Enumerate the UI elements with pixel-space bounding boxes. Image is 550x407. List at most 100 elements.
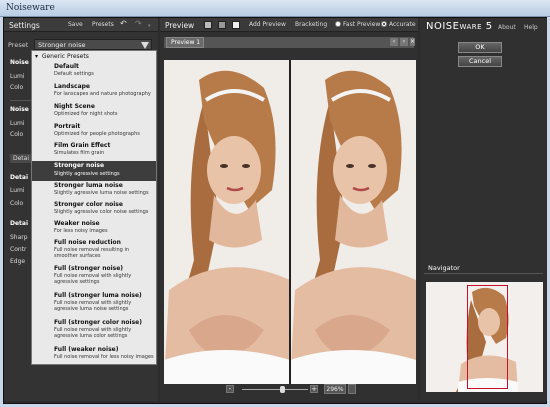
preset-item-landscape[interactable]: Landscape For lanscapes and nature photo… [32,83,156,103]
preset-desc: Slightly agressive color noise settings [54,209,149,215]
preset-desc: Full noise removal for less noisy images [54,354,154,360]
split-view-icon[interactable] [218,21,226,29]
section-color[interactable]: Colo [10,84,23,91]
section-detail[interactable]: Detai [10,174,28,181]
split-divider[interactable] [289,60,291,384]
presets-button[interactable]: Presets [92,21,114,28]
preset-item-night-scene[interactable]: Night Scene Optimized for night shots [32,103,156,123]
preset-name: Landscape [54,83,90,90]
section-color-2[interactable]: Colo [10,131,23,138]
add-preview-button[interactable]: Add Preview [249,21,286,28]
tab-label: Preview 1 [171,39,201,46]
tab-preview-1[interactable]: Preview 1 [166,37,204,48]
settings-title: Settings [9,21,40,30]
preset-desc: For less noisy images [54,228,108,234]
preset-desc: Simulates film grain [54,150,105,156]
preset-name: Film Grain Effect [54,142,111,149]
logo-sub: WARE [459,23,483,31]
preset-name: Default [54,63,79,70]
section-luminance-2[interactable]: Lumi [10,120,25,127]
preset-item-portrait[interactable]: Portrait Optimized for people photograph… [32,123,156,142]
window-titlebar: Noiseware [0,0,550,17]
chevron-down-icon[interactable] [141,42,149,49]
preset-item-full-weaker[interactable]: Full (weaker noise) Full noise removal f… [32,346,156,365]
preset-item-film-grain[interactable]: Film Grain Effect Simulates film grain [32,142,156,161]
section-luminance-3[interactable]: Lumi [10,187,25,194]
preset-name: Portrait [54,123,81,130]
preset-select[interactable]: Stronger noise [34,39,152,50]
section-noise[interactable]: Noise [10,59,29,66]
preset-dropdown-list: ▾ Generic Presets Default Default settin… [31,50,157,365]
preset-desc: For lanscapes and nature photography [54,91,151,97]
preset-item-stronger-luma[interactable]: Stronger luma noise Slightly agressive l… [32,182,156,201]
zoom-out-button[interactable]: - [226,385,234,393]
preset-name: Stronger noise [54,162,105,169]
section-color-3[interactable]: Colo [10,200,23,207]
section-detail-2[interactable]: Detai [10,220,28,227]
about-link[interactable]: About [498,24,516,31]
section-detail-tab[interactable]: Detai [10,154,33,163]
undo-icon[interactable]: ↶ [120,19,127,28]
preview-image-area[interactable] [164,60,416,384]
section-contrast[interactable]: Contr [10,246,26,253]
preview-tabs: Preview 1 ‹ › × [164,37,415,48]
preset-item-full-stronger-color[interactable]: Full (stronger color noise) Full noise r… [32,319,156,346]
bracketing-button[interactable]: Bracketing [295,21,327,28]
preset-name: Full (stronger noise) [54,265,124,272]
preset-item-full-noise[interactable]: Full noise reduction Full noise removal … [32,239,156,265]
redo-icon[interactable]: ↷ [135,19,142,28]
chevron-down-icon[interactable] [348,384,356,394]
navigator-viewport-rect[interactable] [467,285,508,389]
preset-desc: Full noise removal resulting in smoother… [54,247,130,259]
single-view-icon[interactable] [204,21,212,29]
original-image [164,60,290,384]
section-noise-2[interactable]: Noise [10,106,29,113]
history-dropdown-icon[interactable]: ▾ [148,23,151,29]
zoom-slider[interactable] [242,389,308,390]
chevron-right-icon[interactable]: › [400,38,408,46]
preset-item-full-stronger[interactable]: Full (stronger noise) Full noise removal… [32,265,156,292]
zoom-in-button[interactable]: + [310,385,318,393]
settings-header: Settings Save Presets ↶ ↷ ▾ [4,18,158,32]
preset-name: Full (stronger color noise) [54,319,142,326]
accurate-radio[interactable] [381,21,387,27]
noiseware-logo: NOISEWARE 5 [426,21,493,32]
preset-group-header[interactable]: ▾ Generic Presets [35,53,89,60]
preset-name: Stronger luma noise [54,182,123,189]
zoom-controls: - + 296% [160,381,418,401]
navigator-thumbnail[interactable] [426,282,543,392]
right-panel: NOISEWARE 5 About Help OK Cancel Navigat… [420,18,547,401]
section-sharpness[interactable]: Sharp [10,234,28,241]
logo-main: NOISE [426,21,460,32]
help-link[interactable]: Help [524,24,538,31]
section-edge[interactable]: Edge [10,258,25,265]
section-luminance[interactable]: Lumi [10,73,25,80]
preset-item-default[interactable]: Default Default settings [32,63,156,83]
preset-desc: Optimized for night shots [54,111,118,117]
preset-name: Weaker noise [54,220,100,227]
side-by-side-view-icon[interactable] [232,21,240,29]
preview-header: Preview Add Preview Bracketing Fast Prev… [160,18,418,32]
fast-preview-radio[interactable] [335,21,341,27]
fast-preview-label[interactable]: Fast Preview [343,21,380,28]
preview-panel: Preview Add Preview Bracketing Fast Prev… [160,18,418,401]
zoom-value[interactable]: 296% [324,384,346,394]
preset-desc: Optimized for people photographs [54,131,140,137]
preset-item-weaker-noise[interactable]: Weaker noise For less noisy images [32,220,156,239]
chevron-left-icon[interactable]: ‹ [390,38,398,46]
window-title: Noiseware [6,3,55,13]
processed-image [290,60,416,384]
ok-button[interactable]: OK [458,42,502,53]
save-button[interactable]: Save [68,21,83,28]
close-tab-icon[interactable]: × [410,38,415,46]
accurate-label[interactable]: Accurate [389,21,416,28]
preset-item-full-stronger-luma[interactable]: Full (stronger luma noise) Full noise re… [32,292,156,319]
preset-name: Full (weaker noise) [54,346,119,353]
preset-item-stronger-color[interactable]: Stronger color noise Slightly agressive … [32,201,156,220]
preset-name: Night Scene [54,103,95,110]
preset-item-stronger-noise[interactable]: Stronger noise Slightly agressive settin… [32,161,156,181]
navigator-title: Navigator [424,263,543,274]
preset-name: Stronger color noise [54,201,123,208]
cancel-button[interactable]: Cancel [458,56,502,67]
zoom-slider-handle[interactable] [279,386,285,393]
